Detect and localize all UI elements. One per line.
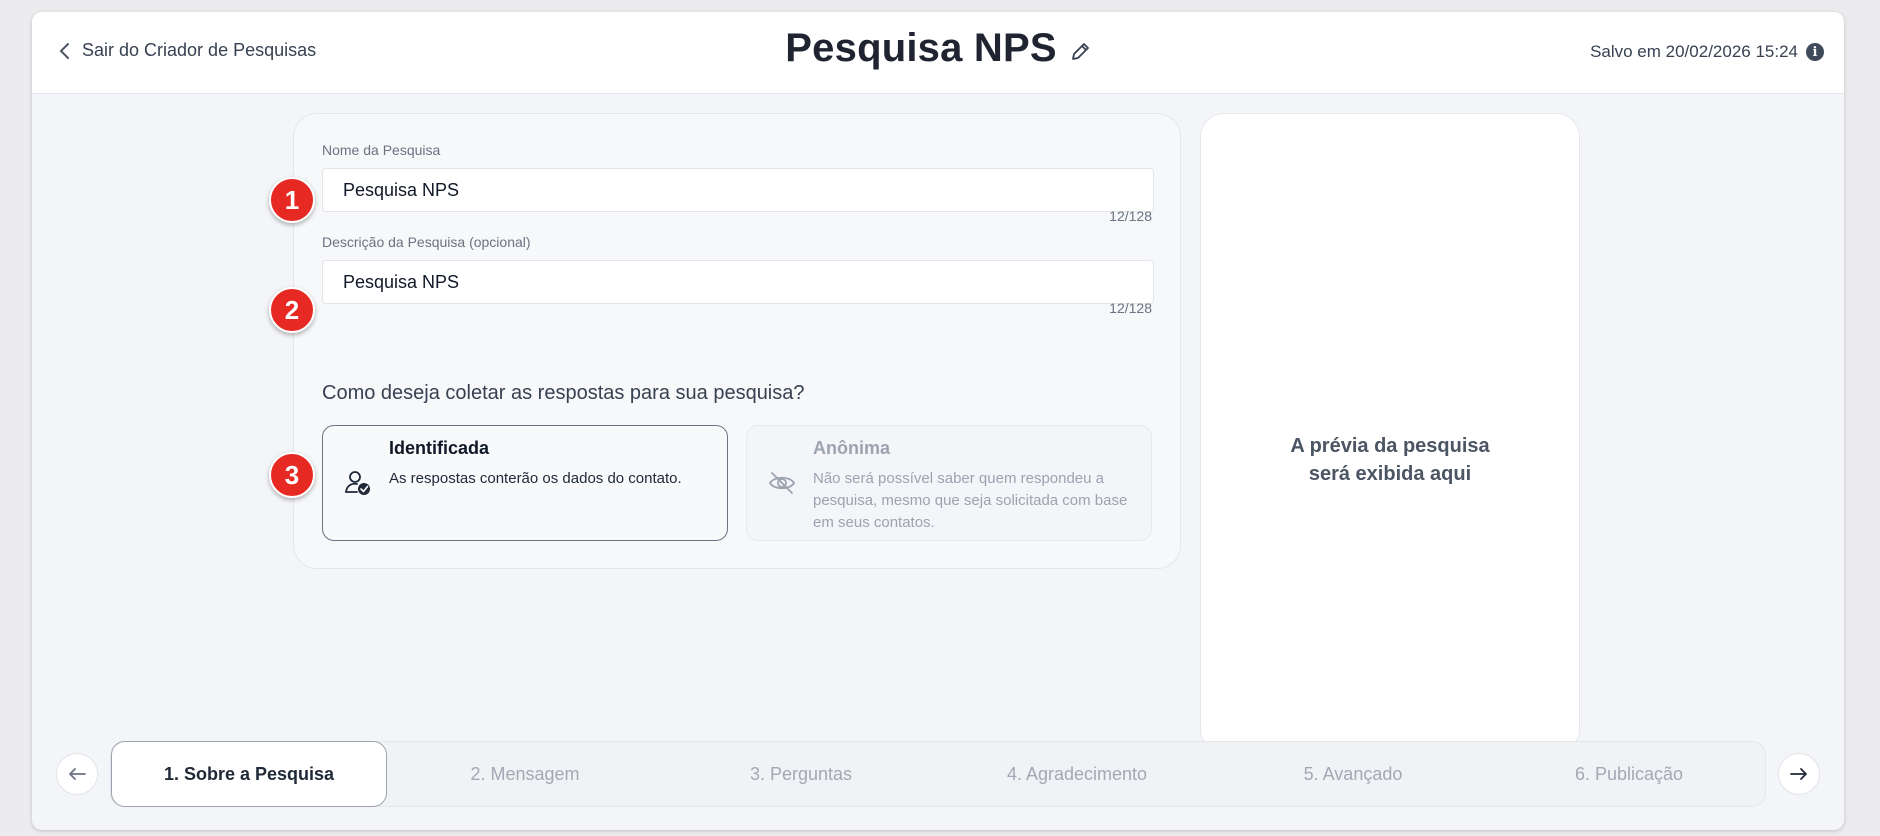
preview-placeholder: A prévia da pesquisa será exibida aqui bbox=[1201, 432, 1579, 488]
top-header: Sair do Criador de Pesquisas Pesquisa NP… bbox=[32, 12, 1844, 94]
previous-step-button[interactable] bbox=[56, 753, 98, 795]
arrow-right-icon bbox=[1790, 768, 1807, 780]
option-identified-description: As respostas conterão os dados do contat… bbox=[389, 470, 682, 487]
pencil-icon[interactable] bbox=[1069, 41, 1091, 63]
step-6[interactable]: 6. Publicação bbox=[1491, 742, 1767, 806]
step-5[interactable]: 5. Avançado bbox=[1215, 742, 1491, 806]
saved-status: Salvo em 20/02/2026 15:24 i bbox=[1590, 42, 1824, 62]
annotation-marker-1: 1 bbox=[269, 177, 315, 223]
survey-builder-window: Sair do Criador de Pesquisas Pesquisa NP… bbox=[32, 12, 1844, 830]
step-2[interactable]: 2. Mensagem bbox=[387, 742, 663, 806]
survey-description-counter: 12/128 bbox=[1109, 300, 1152, 316]
survey-name-input[interactable] bbox=[322, 168, 1154, 212]
option-anonymous-title: Anônima bbox=[813, 438, 891, 458]
survey-form-card: Nome da Pesquisa 12/128 Descrição da Pes… bbox=[293, 113, 1181, 569]
preview-placeholder-line-1: A prévia da pesquisa bbox=[1290, 435, 1490, 457]
collection-question: Como deseja coletar as respostas para su… bbox=[322, 382, 805, 404]
user-check-icon bbox=[345, 471, 370, 495]
arrow-left-icon bbox=[69, 768, 86, 780]
option-identified-title: Identificada bbox=[389, 438, 490, 458]
step-navigation: 1. Sobre a Pesquisa 2. Mensagem 3. Pergu… bbox=[56, 739, 1820, 809]
survey-preview-panel: A prévia da pesquisa será exibida aqui bbox=[1200, 113, 1580, 753]
option-identified[interactable]: Identificada As respostas conterão os da… bbox=[322, 425, 728, 541]
preview-placeholder-line-2: será exibida aqui bbox=[1308, 463, 1472, 485]
page-title: Pesquisa NPS bbox=[785, 26, 1057, 70]
survey-description-label: Descrição da Pesquisa (opcional) bbox=[322, 234, 531, 250]
step-3[interactable]: 3. Perguntas bbox=[663, 742, 939, 806]
info-icon[interactable]: i bbox=[1806, 43, 1824, 61]
option-anonymous[interactable]: Anônima Não será possível saber quem res… bbox=[746, 425, 1152, 541]
title-group: Pesquisa NPS bbox=[32, 26, 1844, 71]
option-anonymous-description: Não será possível saber quem respondeu a… bbox=[813, 470, 1128, 531]
steps-bar: 1. Sobre a Pesquisa 2. Mensagem 3. Pergu… bbox=[110, 741, 1766, 807]
next-step-button[interactable] bbox=[1778, 753, 1820, 795]
annotation-marker-2: 2 bbox=[269, 287, 315, 333]
annotation-marker-3: 3 bbox=[269, 452, 315, 498]
step-1[interactable]: 1. Sobre a Pesquisa bbox=[111, 741, 387, 807]
step-4[interactable]: 4. Agradecimento bbox=[939, 742, 1215, 806]
survey-description-input[interactable] bbox=[322, 260, 1154, 304]
saved-text: Salvo em 20/02/2026 15:24 bbox=[1590, 42, 1798, 61]
survey-name-counter: 12/128 bbox=[1109, 208, 1152, 224]
eye-off-icon bbox=[768, 472, 796, 494]
survey-name-label: Nome da Pesquisa bbox=[322, 142, 441, 158]
